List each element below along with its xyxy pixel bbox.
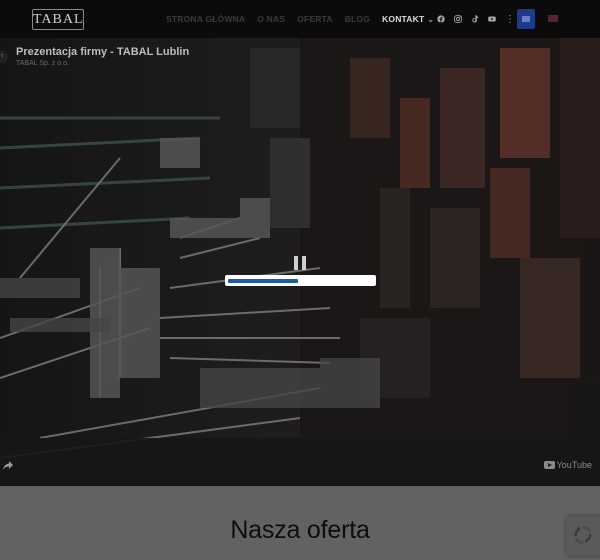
youtube-label: YouTube	[556, 460, 592, 470]
nav-item-contact[interactable]: KONTAKT ⌄	[382, 14, 434, 24]
tiktok-icon[interactable]	[471, 15, 479, 23]
main-menu: STRONA GŁÓWNA O NAS OFERTA BLOG KONTAKT ⌄	[166, 0, 434, 38]
video-channel-name[interactable]: TABAL Sp. z o.o.	[16, 60, 69, 67]
nav-item-about[interactable]: O NAS	[257, 14, 285, 24]
language-en[interactable]	[548, 15, 558, 22]
language-pl[interactable]	[517, 9, 535, 29]
recaptcha-badge[interactable]	[566, 516, 600, 556]
youtube-watermark[interactable]: YouTube	[543, 460, 592, 470]
share-icon[interactable]	[2, 459, 14, 471]
nav-item-contact-label: KONTAKT	[382, 14, 425, 24]
flag-pl-icon	[522, 16, 530, 22]
pause-icon[interactable]	[294, 256, 306, 270]
instagram-icon[interactable]	[454, 15, 462, 23]
top-navigation: TABAL STRONA GŁÓWNA O NAS OFERTA BLOG KO…	[0, 0, 600, 38]
tabal-logo[interactable]: TABAL	[32, 9, 84, 30]
nav-item-home[interactable]: STRONA GŁÓWNA	[166, 14, 245, 24]
chevron-down-icon: ⌄	[427, 15, 435, 24]
offer-heading: Nasza oferta	[230, 516, 370, 544]
nav-item-blog[interactable]: BLOG	[345, 14, 370, 24]
video-title[interactable]: Prezentacja firmy - TABAL Lublin	[16, 46, 189, 58]
more-options-icon[interactable]: ⋮	[505, 14, 515, 25]
youtube-logo-icon	[543, 461, 555, 469]
youtube-icon[interactable]	[488, 15, 496, 23]
nav-item-offer[interactable]: OFERTA	[297, 14, 333, 24]
social-links: ⋮	[437, 0, 515, 38]
company-video[interactable]: T Prezentacja firmy - TABAL Lublin TABAL…	[0, 38, 600, 486]
loading-progress-fill	[228, 279, 298, 283]
recaptcha-icon	[574, 526, 592, 544]
offer-section: Nasza oferta	[0, 486, 600, 560]
loading-progress-bar	[225, 275, 376, 286]
facebook-icon[interactable]	[437, 15, 445, 23]
